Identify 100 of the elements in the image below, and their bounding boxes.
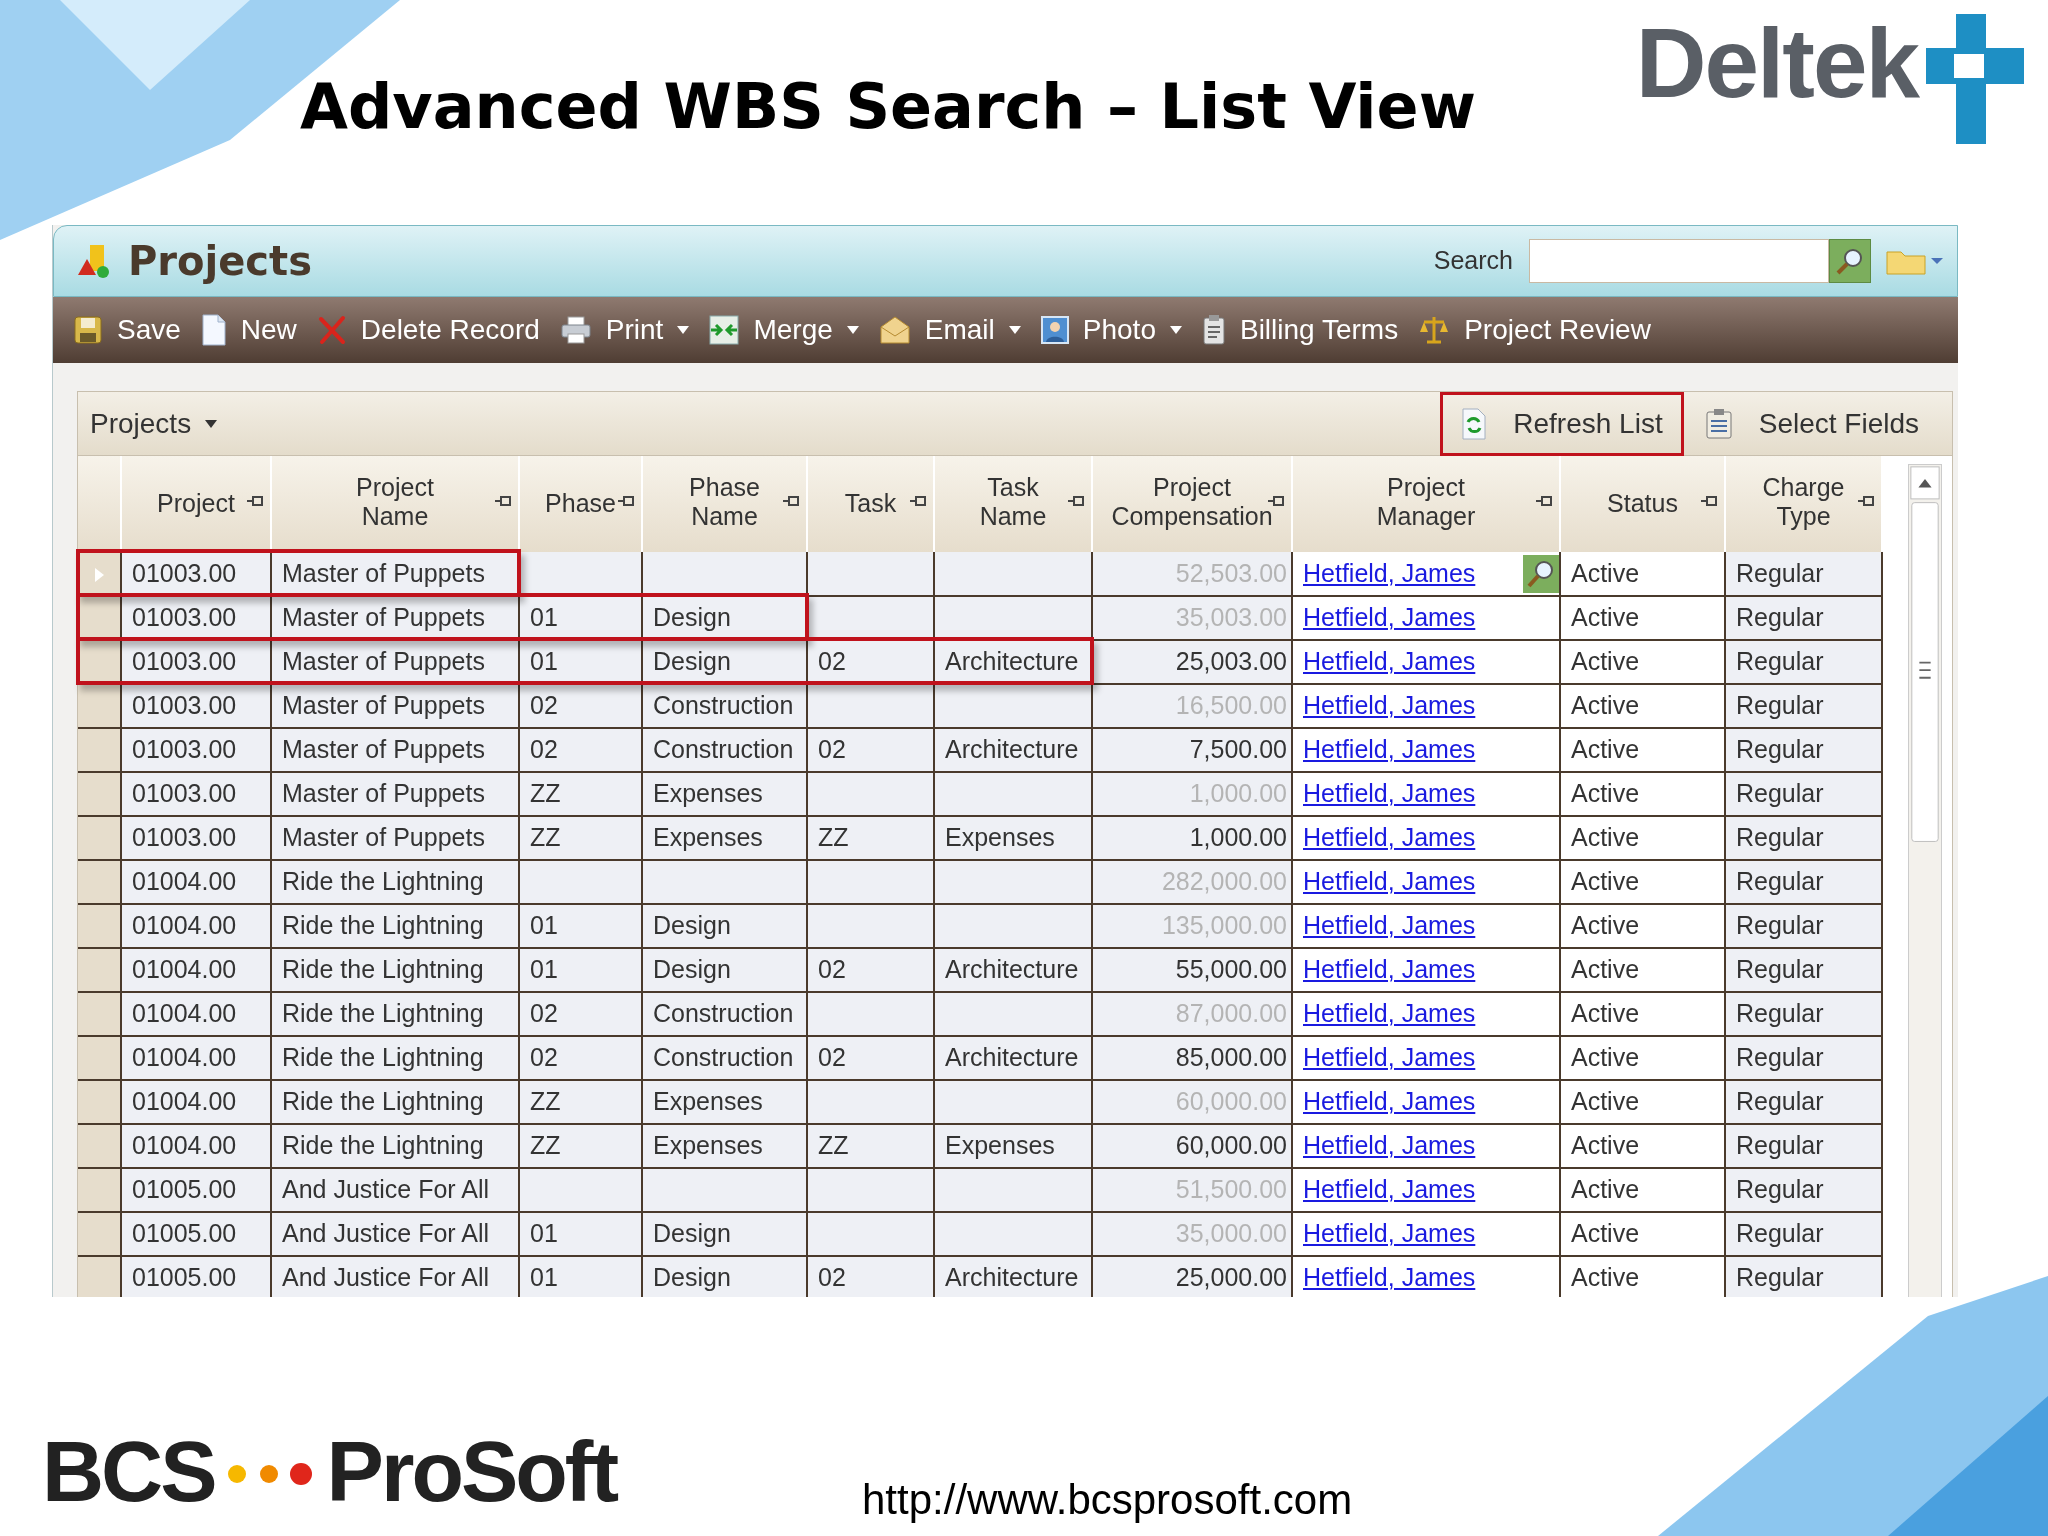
search-label: Search bbox=[1433, 245, 1513, 277]
column-header[interactable]: Project bbox=[121, 456, 271, 552]
row-header[interactable] bbox=[78, 684, 121, 728]
pin-icon[interactable] bbox=[1535, 494, 1553, 508]
table-cell: Regular bbox=[1725, 552, 1882, 596]
toolbar-button[interactable]: Save bbox=[73, 309, 181, 351]
column-header[interactable]: Charge Type bbox=[1725, 456, 1882, 552]
table-cell: 51,500.00 bbox=[1092, 1168, 1292, 1212]
table-cell: Regular bbox=[1725, 684, 1882, 728]
toolbar-button[interactable]: Email bbox=[878, 309, 1021, 351]
table-cell: 02 bbox=[807, 948, 934, 992]
scales-icon bbox=[1418, 314, 1451, 346]
table-cell: 60,000.00 bbox=[1092, 1080, 1292, 1124]
row-header[interactable] bbox=[78, 1036, 121, 1080]
table-cell: Architecture bbox=[934, 948, 1092, 992]
table-cell: 01004.00 bbox=[121, 860, 271, 904]
column-header[interactable]: Task Name bbox=[934, 456, 1092, 552]
pin-icon[interactable] bbox=[782, 494, 800, 508]
row-header[interactable] bbox=[78, 1168, 121, 1212]
toolbar-button[interactable]: Merge bbox=[709, 309, 859, 351]
table-cell: 01 bbox=[519, 904, 642, 948]
pin-icon[interactable] bbox=[1857, 494, 1875, 508]
column-header[interactable]: Task bbox=[807, 456, 934, 552]
table-cell: Active bbox=[1560, 596, 1725, 640]
table-cell: 55,000.00 bbox=[1092, 948, 1292, 992]
table-cell: Regular bbox=[1725, 1212, 1882, 1256]
table-cell: Regular bbox=[1725, 992, 1882, 1036]
pin-icon[interactable] bbox=[494, 494, 512, 508]
table-cell: Regular bbox=[1725, 904, 1882, 948]
table-cell: 52,503.00 bbox=[1092, 552, 1292, 596]
row-header[interactable] bbox=[78, 772, 121, 816]
column-header[interactable]: Phase bbox=[519, 456, 642, 552]
column-header[interactable]: Phase Name bbox=[642, 456, 807, 552]
logo-text: ProSoft bbox=[326, 1428, 617, 1514]
table-cell: 7,500.00 bbox=[1092, 728, 1292, 772]
row-header[interactable] bbox=[78, 860, 121, 904]
table-cell: Expenses bbox=[934, 1124, 1092, 1168]
search-icon[interactable] bbox=[1523, 554, 1559, 593]
toolbar-button[interactable]: Billing Terms bbox=[1201, 309, 1399, 351]
logo-mark-icon bbox=[1924, 14, 2024, 144]
table-cell: Active bbox=[1560, 1256, 1725, 1297]
search-button[interactable] bbox=[1829, 239, 1871, 283]
pin-icon[interactable] bbox=[909, 494, 927, 508]
table-cell: Design bbox=[642, 948, 807, 992]
table-cell: And Justice For All bbox=[271, 1168, 519, 1212]
search-field[interactable] bbox=[1529, 239, 1829, 283]
table-cell: 01 bbox=[519, 948, 642, 992]
column-header[interactable]: Project Compensation bbox=[1092, 456, 1292, 552]
toolbar-button[interactable]: New bbox=[200, 309, 297, 351]
toolbar-button[interactable]: Project Review bbox=[1418, 309, 1651, 351]
scrollbar[interactable] bbox=[1908, 464, 1942, 1297]
table-cell: Active bbox=[1560, 860, 1725, 904]
table-cell: 01004.00 bbox=[121, 948, 271, 992]
view-dropdown[interactable]: Projects bbox=[90, 402, 218, 445]
table-cell: ZZ bbox=[519, 772, 642, 816]
table-cell: 01 bbox=[519, 1212, 642, 1256]
column-header[interactable]: Project Name bbox=[271, 456, 519, 552]
slide-title: Advanced WBS Search – List View bbox=[300, 70, 1476, 145]
row-header[interactable] bbox=[78, 1124, 121, 1168]
row-header[interactable] bbox=[78, 904, 121, 948]
pin-icon[interactable] bbox=[1067, 494, 1085, 508]
table-cell: 35,003.00 bbox=[1092, 596, 1292, 640]
table-cell: 01003.00 bbox=[121, 772, 271, 816]
table-cell: Active bbox=[1560, 816, 1725, 860]
table-cell: Master of Puppets bbox=[271, 816, 519, 860]
table-cell: 87,000.00 bbox=[1092, 992, 1292, 1036]
grid-action-button[interactable]: Refresh List bbox=[1440, 391, 1684, 456]
row-header[interactable] bbox=[78, 1080, 121, 1124]
table-cell: 25,003.00 bbox=[1092, 640, 1292, 684]
toolbar-button[interactable]: Print bbox=[559, 309, 690, 351]
table-cell: Design bbox=[642, 1256, 807, 1297]
table-cell: Active bbox=[1560, 1212, 1725, 1256]
table-cell: Master of Puppets bbox=[271, 684, 519, 728]
table-cell: 85,000.00 bbox=[1092, 1036, 1292, 1080]
table-cell: Regular bbox=[1725, 772, 1882, 816]
clipboard-list-icon bbox=[1704, 407, 1733, 440]
table-cell: Expenses bbox=[642, 1080, 807, 1124]
column-header[interactable]: Status bbox=[1560, 456, 1725, 552]
row-header[interactable] bbox=[78, 1256, 121, 1297]
caret-icon bbox=[1169, 326, 1182, 334]
row-header[interactable] bbox=[78, 948, 121, 992]
toolbar-button[interactable]: Photo bbox=[1040, 309, 1182, 351]
table-cell: Architecture bbox=[934, 1256, 1092, 1297]
row-header[interactable] bbox=[78, 728, 121, 772]
row-header[interactable] bbox=[78, 1212, 121, 1256]
row-header[interactable] bbox=[78, 992, 121, 1036]
pin-icon[interactable] bbox=[617, 494, 635, 508]
pin-icon[interactable] bbox=[246, 494, 264, 508]
table-cell: Ride the Lightning bbox=[271, 1124, 519, 1168]
pin-icon[interactable] bbox=[1700, 494, 1718, 508]
pin-icon[interactable] bbox=[1267, 494, 1285, 508]
table-cell: Architecture bbox=[934, 1036, 1092, 1080]
logo-text: BCS bbox=[42, 1428, 215, 1514]
grid-action-button[interactable]: Select Fields bbox=[1683, 391, 1940, 456]
table-cell: Regular bbox=[1725, 816, 1882, 860]
table-cell: Master of Puppets bbox=[271, 728, 519, 772]
column-header[interactable]: Project Manager bbox=[1292, 456, 1560, 552]
toolbar-button[interactable]: Delete Record bbox=[316, 309, 540, 351]
row-header[interactable] bbox=[78, 816, 121, 860]
table-cell: 02 bbox=[807, 1256, 934, 1297]
